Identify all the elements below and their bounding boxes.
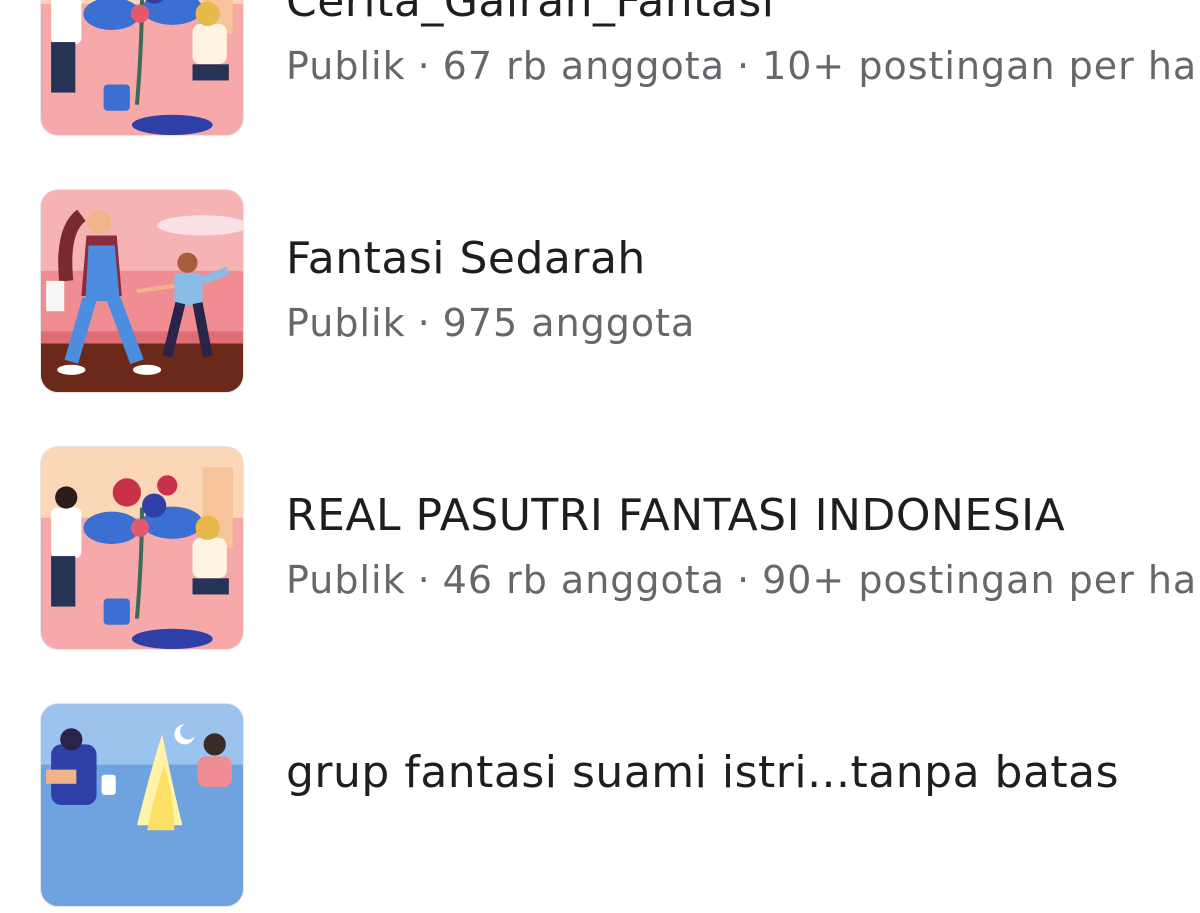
meta-separator: · <box>736 558 751 602</box>
group-list-item[interactable]: grup fantasi suami istri...tanpa batas <box>0 703 1200 913</box>
meta-separator: · <box>417 558 431 602</box>
group-activity: 10+ postingan per hari <box>762 44 1200 88</box>
group-name: Cerita_Gairah_Fantasi <box>286 0 775 27</box>
group-name: grup fantasi suami istri...tanpa batas <box>286 747 1120 798</box>
campfire-night-illustration-icon <box>41 704 243 906</box>
group-activity: 90+ postingan per hari <box>762 558 1200 602</box>
group-members: 46 rb anggota <box>442 558 725 602</box>
group-thumbnail[interactable] <box>40 189 244 393</box>
group-thumbnail[interactable] <box>40 446 244 650</box>
garden-illustration-icon <box>41 0 243 135</box>
group-privacy: Publik <box>286 301 406 345</box>
group-thumbnail[interactable] <box>40 0 244 136</box>
group-thumbnail[interactable] <box>40 703 244 907</box>
group-list-item[interactable]: Fantasi Sedarah Publik · 975 anggota <box>0 189 1200 399</box>
group-name: Fantasi Sedarah <box>286 233 646 284</box>
group-meta: Publik · 46 rb anggota · 90+ postingan per h… <box>286 558 1200 602</box>
group-meta: Publik · 67 rb anggota · 10+ postingan per h… <box>286 44 1200 88</box>
group-list-item[interactable]: Cerita_Gairah_Fantasi Publik · 67 rb anggo… <box>0 0 1200 142</box>
group-members: 67 rb anggota <box>442 44 725 88</box>
group-privacy: Publik <box>286 44 406 88</box>
meta-separator: · <box>417 301 431 345</box>
walking-family-illustration-icon <box>41 190 243 392</box>
group-list: Cerita_Gairah_Fantasi Publik · 67 rb anggo… <box>0 0 1200 907</box>
group-members: 975 anggota <box>442 301 696 345</box>
meta-separator: · <box>736 44 751 88</box>
group-privacy: Publik <box>286 558 406 602</box>
meta-separator: · <box>417 44 431 88</box>
group-name: REAL PASUTRI FANTASI INDONESIA <box>286 490 1066 541</box>
group-meta: Publik · 975 anggota <box>286 301 695 345</box>
garden-illustration-icon <box>41 447 243 649</box>
group-list-item[interactable]: REAL PASUTRI FANTASI INDONESIA Publik · 46… <box>0 446 1200 656</box>
